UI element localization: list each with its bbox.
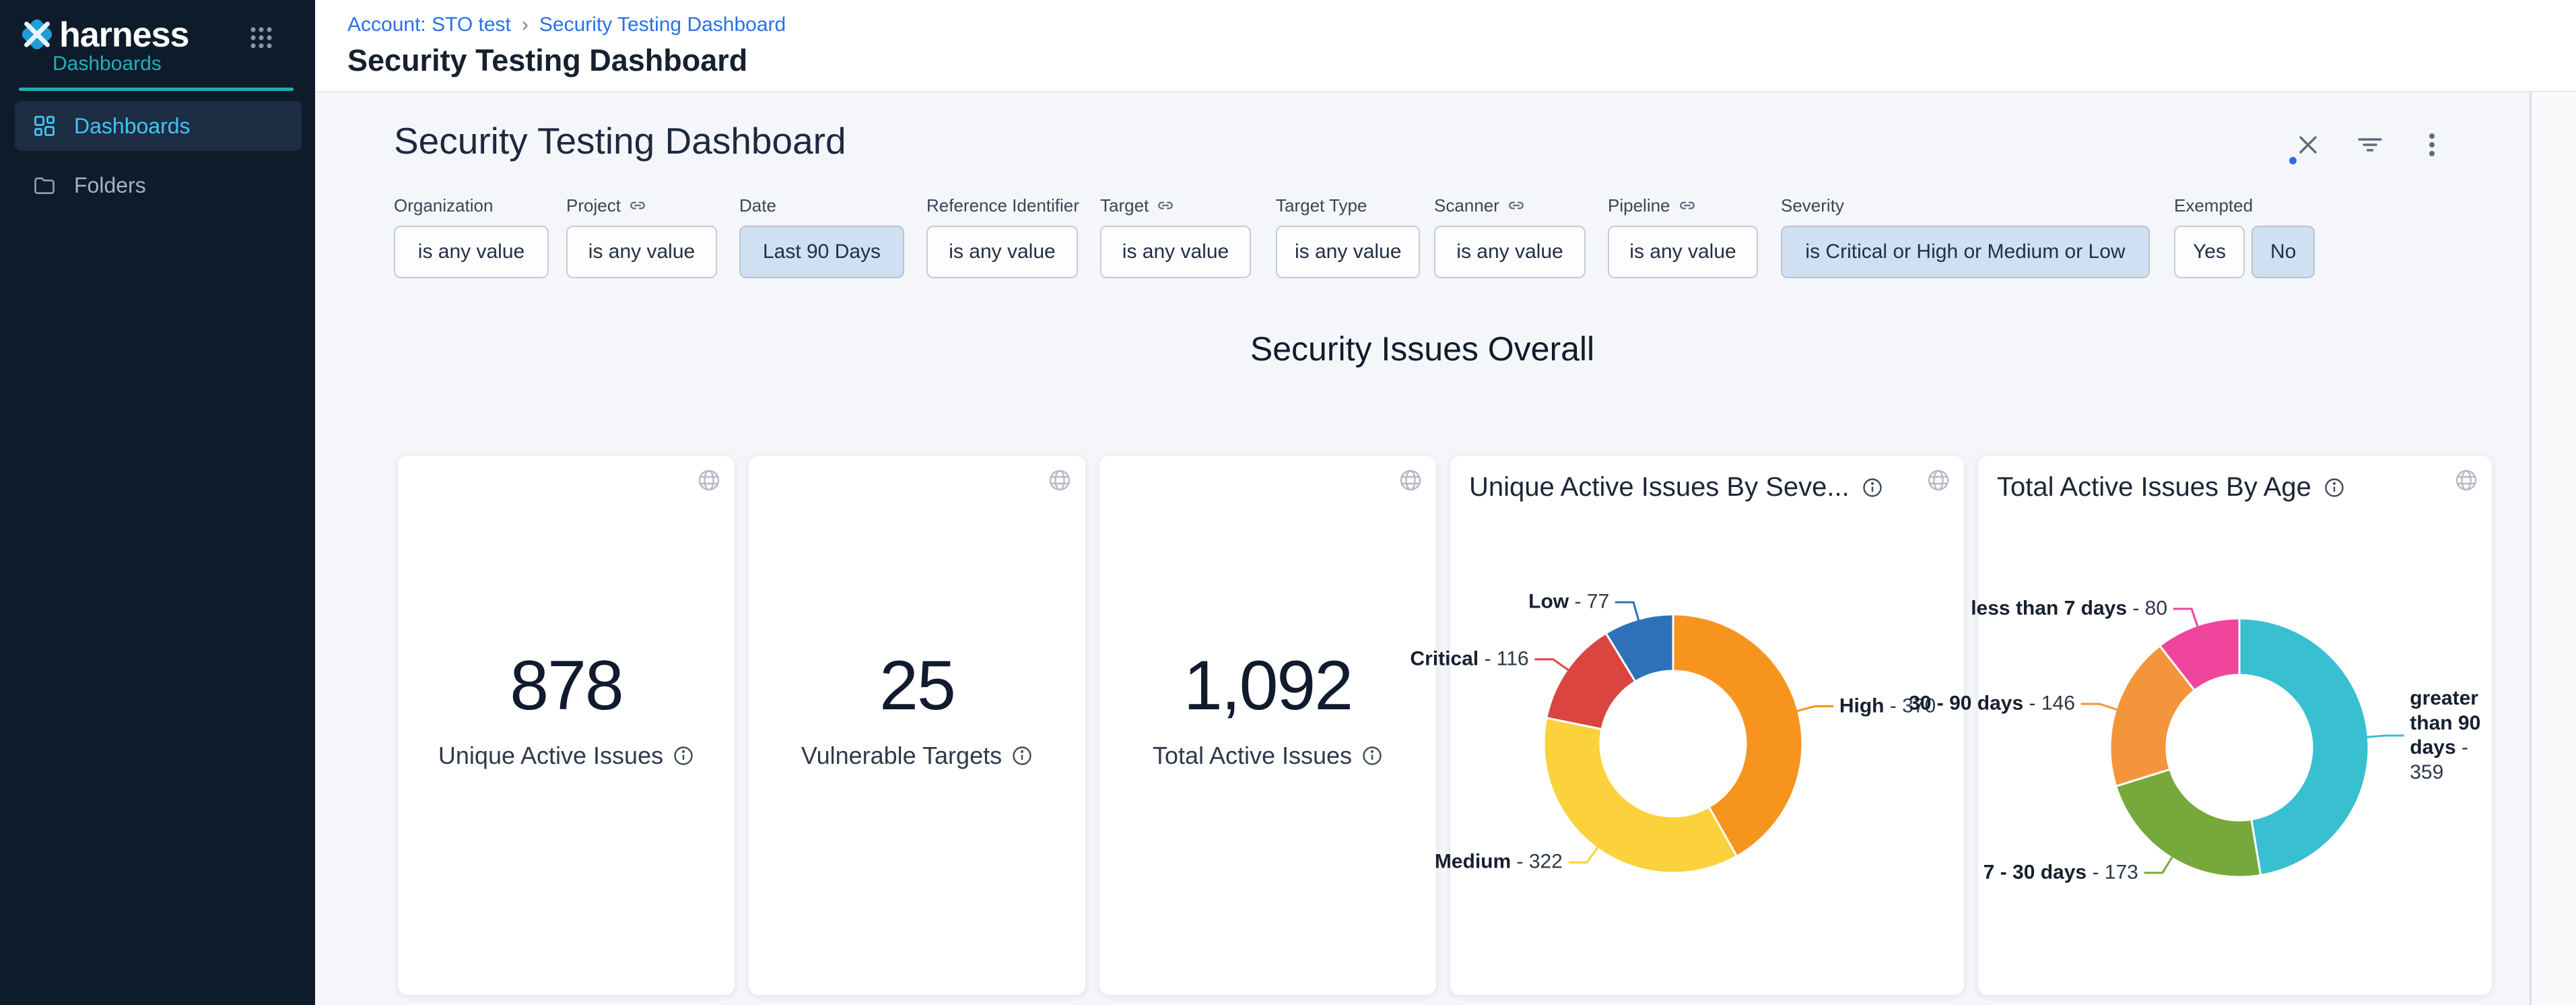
- info-icon[interactable]: [673, 745, 694, 767]
- filter-severity-value[interactable]: is Critical or High or Medium or Low: [1781, 226, 2150, 278]
- dashboard-canvas: Security Testing Dashboard Organization …: [315, 92, 2576, 1005]
- filter-button[interactable]: [2355, 130, 2385, 160]
- globe-icon[interactable]: [2453, 467, 2480, 494]
- filter-target-type: Target Type is any value: [1276, 193, 1420, 278]
- filter-project-value[interactable]: is any value: [566, 226, 717, 278]
- donut-chart-severity[interactable]: High - 370Medium - 322Critical - 116Low …: [1450, 456, 1964, 995]
- filter-target-value[interactable]: is any value: [1100, 226, 1251, 278]
- close-button[interactable]: [2293, 130, 2323, 160]
- breadcrumb-page-link[interactable]: Security Testing Dashboard: [539, 13, 786, 36]
- stat-label: Unique Active Issues: [398, 742, 735, 770]
- harness-logo-icon[interactable]: [18, 15, 57, 54]
- stat-label-text: Vulnerable Targets: [801, 742, 1002, 770]
- filter-severity: Severity is Critical or High or Medium o…: [1781, 193, 2150, 278]
- page-title: Security Testing Dashboard: [347, 43, 747, 78]
- filter-reference-identifier-value[interactable]: is any value: [926, 226, 1078, 278]
- filter-scanner-value[interactable]: is any value: [1434, 226, 1586, 278]
- sidebar-divider: [19, 88, 294, 91]
- filter-pipeline-value[interactable]: is any value: [1608, 226, 1758, 278]
- filter-label: Target: [1100, 195, 1149, 216]
- top-header: Account: STO test › Security Testing Das…: [315, 0, 2576, 92]
- stat-label: Total Active Issues: [1099, 742, 1436, 770]
- donut-chart-age[interactable]: greater than 90 days - 3597 - 30 days - …: [1978, 456, 2492, 995]
- filter-target-type-value[interactable]: is any value: [1276, 226, 1420, 278]
- close-icon: [2295, 131, 2321, 158]
- info-icon[interactable]: [1011, 745, 1033, 767]
- stat-value: 878: [398, 646, 735, 726]
- link-icon: [629, 197, 646, 214]
- filter-exempted: Exempted Yes No: [2174, 193, 2315, 278]
- chart-title-row: Unique Active Issues By Seve...: [1469, 472, 1883, 502]
- brand-wordmark[interactable]: harness: [59, 15, 189, 55]
- folder-icon: [32, 173, 57, 197]
- breadcrumb-account-link[interactable]: Account: STO test: [347, 13, 511, 36]
- filter-reference-identifier: Reference Identifier is any value: [926, 193, 1079, 278]
- dashboards-icon: [32, 114, 57, 138]
- filter-label: Organization: [394, 195, 493, 216]
- filter-exempted-no[interactable]: No: [2251, 226, 2315, 278]
- module-subtitle: Dashboards: [53, 53, 162, 75]
- filter-bar: Organization is any value Project is any…: [315, 193, 2576, 315]
- sidebar-item-dashboards[interactable]: Dashboards: [15, 101, 302, 151]
- info-icon[interactable]: [1862, 477, 1883, 498]
- stat-card-total-active-issues: 1,092 Total Active Issues: [1099, 456, 1436, 995]
- filter-organization-value[interactable]: is any value: [394, 226, 549, 278]
- kebab-menu-icon: [2428, 131, 2436, 158]
- app-grid-icon[interactable]: [248, 24, 275, 51]
- chart-card-issues-by-severity: Unique Active Issues By Seve... High - 3…: [1450, 456, 1964, 995]
- stat-label-text: Total Active Issues: [1153, 742, 1352, 770]
- globe-icon[interactable]: [696, 467, 722, 494]
- filter-label: Exempted: [2174, 195, 2253, 216]
- section-title: Security Issues Overall: [315, 329, 2530, 368]
- link-icon: [1679, 197, 1696, 214]
- filter-project: Project is any value: [566, 193, 717, 278]
- link-icon: [1507, 197, 1525, 214]
- stat-card-vulnerable-targets: 25 Vulnerable Targets: [749, 456, 1085, 995]
- more-options-button[interactable]: [2417, 130, 2447, 160]
- filter-lines-icon: [2357, 131, 2383, 158]
- filter-target: Target is any value: [1100, 193, 1251, 278]
- globe-icon[interactable]: [1046, 467, 1073, 494]
- filter-label: Date: [739, 195, 776, 216]
- filter-date-value[interactable]: Last 90 Days: [739, 226, 904, 278]
- dashboard-actions: [2293, 130, 2447, 160]
- chart-title: Unique Active Issues By Seve...: [1469, 472, 1850, 502]
- sidebar-item-folders[interactable]: Folders: [15, 160, 302, 210]
- breadcrumb: Account: STO test › Security Testing Das…: [347, 13, 786, 36]
- info-icon[interactable]: [2324, 477, 2345, 498]
- filter-scanner: Scanner is any value: [1434, 193, 1586, 278]
- filter-label: Pipeline: [1608, 195, 1670, 216]
- sidebar-header: harness Dashboards: [0, 0, 315, 18]
- globe-icon[interactable]: [1397, 467, 1424, 494]
- sidebar-nav: Dashboards Folders: [15, 101, 302, 210]
- filter-label: Reference Identifier: [926, 195, 1079, 216]
- filter-label: Project: [566, 195, 621, 216]
- stat-label: Vulnerable Targets: [749, 742, 1085, 770]
- stat-value: 25: [749, 646, 1085, 726]
- filter-organization: Organization is any value: [394, 193, 549, 278]
- filter-pipeline: Pipeline is any value: [1608, 193, 1758, 278]
- cards-row: 878 Unique Active Issues 25 Vulnerable T…: [398, 456, 2492, 995]
- cursor-dot: [2289, 157, 2297, 164]
- filter-label: Target Type: [1276, 195, 1367, 216]
- chart-title-row: Total Active Issues By Age: [1997, 472, 2345, 502]
- info-icon[interactable]: [1361, 745, 1383, 767]
- link-icon: [1157, 197, 1174, 214]
- dashboard-title: Security Testing Dashboard: [394, 119, 846, 162]
- breadcrumb-chevron-icon: ›: [522, 13, 529, 36]
- stat-card-unique-active-issues: 878 Unique Active Issues: [398, 456, 735, 995]
- stat-value: 1,092: [1099, 646, 1436, 726]
- chart-card-issues-by-age: Total Active Issues By Age greater than …: [1978, 456, 2492, 995]
- filter-exempted-yes[interactable]: Yes: [2174, 226, 2245, 278]
- sidebar: harness Dashboards Dashboards Fold: [0, 0, 315, 1005]
- stat-label-text: Unique Active Issues: [438, 742, 663, 770]
- filter-label: Severity: [1781, 195, 1844, 216]
- sidebar-item-label: Folders: [74, 173, 146, 198]
- globe-icon[interactable]: [1925, 467, 1952, 494]
- filter-label: Scanner: [1434, 195, 1499, 216]
- chart-title: Total Active Issues By Age: [1997, 472, 2311, 502]
- sidebar-item-label: Dashboards: [74, 114, 191, 139]
- filter-date: Date Last 90 Days: [739, 193, 904, 278]
